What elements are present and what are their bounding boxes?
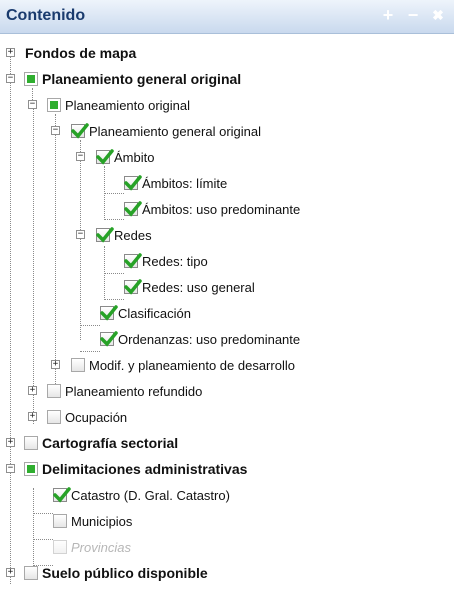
node-label: Provincias <box>71 539 131 555</box>
layer-checkbox[interactable] <box>96 149 114 165</box>
node-label: Ámbito <box>114 149 155 165</box>
expand-icon[interactable]: + <box>28 412 37 421</box>
layer-checkbox[interactable] <box>96 227 114 243</box>
collapse-icon[interactable]: − <box>28 100 37 109</box>
node-label: Municipios <box>71 513 133 529</box>
tree-node-catastro[interactable]: Catastro (D. Gral. Catastro) <box>0 482 230 508</box>
collapse-icon[interactable]: − <box>6 74 15 83</box>
layer-checkbox[interactable] <box>124 253 142 269</box>
tree-node-redes-uso-general[interactable]: Redes: uso general <box>0 274 255 300</box>
tree-node-delimitaciones-administrativas[interactable]: − Delimitaciones administrativas <box>0 456 247 482</box>
layer-checkbox[interactable] <box>47 384 61 398</box>
tree-node-clasificacion[interactable]: Clasificación <box>0 300 191 326</box>
minimize-button[interactable]: − <box>403 5 423 25</box>
tree-node-redes-tipo[interactable]: Redes: tipo <box>0 248 208 274</box>
collapse-icon[interactable]: − <box>76 230 85 239</box>
layer-checkbox[interactable] <box>24 72 38 86</box>
tree-node-planeamiento-general-original-sub[interactable]: − Planeamiento general original <box>0 118 261 144</box>
layer-checkbox[interactable] <box>24 436 38 450</box>
collapse-icon[interactable]: − <box>76 152 85 161</box>
tree-node-municipios[interactable]: Municipios <box>0 508 132 534</box>
layer-checkbox[interactable] <box>100 305 118 321</box>
tree-node-planeamiento-refundido[interactable]: + Planeamiento refundido <box>0 378 202 404</box>
node-label: Planeamiento general original <box>89 123 262 139</box>
tree-node-redes[interactable]: − Redes <box>0 222 152 248</box>
expand-icon[interactable]: + <box>6 568 15 577</box>
tree-node-planeamiento-original[interactable]: − Planeamiento original <box>0 92 190 118</box>
layer-checkbox[interactable] <box>53 487 71 503</box>
layer-checkbox[interactable] <box>124 175 142 191</box>
close-button[interactable]: ✖ <box>428 5 448 25</box>
node-label: Ocupación <box>65 409 128 425</box>
node-label: Clasificación <box>118 305 191 321</box>
expand-icon[interactable]: + <box>51 360 60 369</box>
node-label: Catastro (D. Gral. Catastro) <box>71 487 230 503</box>
layer-checkbox[interactable] <box>53 514 67 528</box>
node-label: Redes: uso general <box>142 279 255 295</box>
tree-node-ambitos-uso-predominante[interactable]: Ámbitos: uso predominante <box>0 196 300 222</box>
layer-checkbox[interactable] <box>24 462 38 476</box>
tree-node-ocupacion[interactable]: + Ocupación <box>0 404 127 430</box>
node-label: Ámbitos: uso predominante <box>142 201 301 217</box>
node-label: Redes: tipo <box>142 253 208 269</box>
node-label: Planeamiento original <box>65 97 191 113</box>
node-label: Suelo público disponible <box>42 565 208 581</box>
collapse-icon[interactable]: − <box>6 464 15 473</box>
panel-title: Contenido <box>6 7 86 24</box>
tree-node-suelo-publico-disponible[interactable]: + Suelo público disponible <box>0 560 208 586</box>
node-label: Delimitaciones administrativas <box>42 461 248 477</box>
layer-checkbox[interactable] <box>24 566 38 580</box>
expand-icon[interactable]: + <box>6 48 15 57</box>
tree-node-provincias: Provincias <box>0 534 131 560</box>
node-label: Cartografía sectorial <box>42 435 179 451</box>
node-label: Planeamiento refundido <box>65 383 203 399</box>
tree-node-ambito[interactable]: − Ámbito <box>0 144 154 170</box>
tree-node-cartografia-sectorial[interactable]: + Cartografía sectorial <box>0 430 178 456</box>
layer-checkbox[interactable] <box>124 201 142 217</box>
node-label: Ámbitos: límite <box>142 175 228 191</box>
tree-node-ambitos-limite[interactable]: Ámbitos: límite <box>0 170 227 196</box>
node-label: Fondos de mapa <box>25 45 137 61</box>
tree-node-ordenanzas-uso-predominante[interactable]: Ordenanzas: uso predominante <box>0 326 300 352</box>
content-panel: Contenido + − ✖ + Fondos de mapa − Plane… <box>0 0 454 603</box>
tree-node-planeamiento-general-original[interactable]: − Planeamiento general original <box>0 66 241 92</box>
node-label: Modif. y planeamiento de desarrollo <box>89 357 295 373</box>
node-label: Planeamiento general original <box>42 71 242 87</box>
layer-checkbox[interactable] <box>47 98 61 112</box>
panel-header: Contenido + − ✖ <box>0 0 454 34</box>
layer-checkbox[interactable] <box>71 123 89 139</box>
layer-checkbox[interactable] <box>71 358 85 372</box>
layer-checkbox[interactable] <box>47 410 61 424</box>
layer-checkbox[interactable] <box>100 331 118 347</box>
tree-node-fondos-de-mapa[interactable]: + Fondos de mapa <box>0 40 136 66</box>
node-label: Ordenanzas: uso predominante <box>118 331 301 347</box>
expand-icon[interactable]: + <box>6 438 15 447</box>
expand-icon[interactable]: + <box>28 386 37 395</box>
add-button[interactable]: + <box>378 5 398 25</box>
layer-checkbox[interactable] <box>124 279 142 295</box>
layer-tree: + Fondos de mapa − Planeamiento general … <box>0 40 454 603</box>
tree-node-modif-planeamiento-desarrollo[interactable]: + Modif. y planeamiento de desarrollo <box>0 352 295 378</box>
collapse-icon[interactable]: − <box>51 126 60 135</box>
layer-checkbox-disabled <box>53 540 67 554</box>
node-label: Redes <box>114 227 152 243</box>
